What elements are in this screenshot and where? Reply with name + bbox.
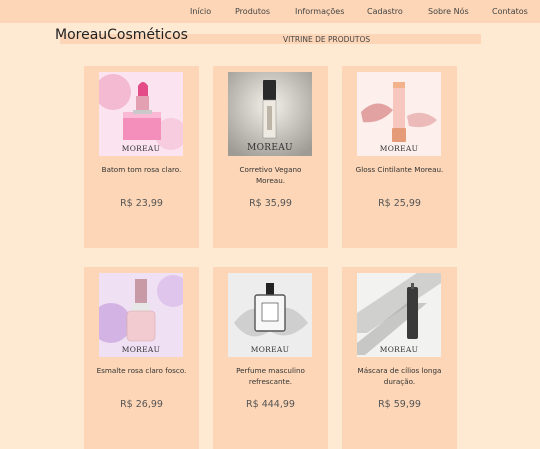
top-navigation: Início Produtos Informações Cadastro Sob… bbox=[0, 0, 540, 23]
page-title: VITRINE DE PRODUTOS bbox=[283, 35, 371, 44]
product-name: Corretivo Vegano Moreau. bbox=[239, 165, 302, 185]
concealer-image[interactable]: MOREAU bbox=[228, 72, 312, 156]
product-price: R$ 25,99 bbox=[378, 198, 421, 209]
nav-contatos[interactable]: Contatos bbox=[492, 7, 528, 16]
product-card[interactable]: MOREAU Gloss Cintilante Moreau. R$ 25,99 bbox=[342, 66, 457, 248]
nav-informacoes[interactable]: Informações bbox=[295, 7, 344, 16]
product-card[interactable]: MOREAU Máscara de cílios longa duração. … bbox=[342, 267, 457, 449]
lipstick-image[interactable]: MOREAU bbox=[99, 72, 183, 156]
brand-watermark: MOREAU bbox=[250, 345, 290, 354]
nav-sobre-nos[interactable]: Sobre Nós bbox=[428, 7, 469, 16]
brand-watermark: MOREAU bbox=[121, 144, 161, 153]
product-name: Esmalte rosa claro fosco. bbox=[96, 366, 187, 375]
perfume-image[interactable]: MOREAU bbox=[228, 273, 312, 357]
brand-watermark: MOREAU bbox=[121, 345, 161, 354]
product-card[interactable]: MOREAU Perfume masculino refrescante. R$… bbox=[213, 267, 328, 449]
product-name: Batom tom rosa claro. bbox=[101, 165, 182, 174]
lip-gloss-image[interactable]: MOREAU bbox=[357, 72, 441, 156]
product-price: R$ 35,99 bbox=[249, 198, 292, 209]
brand-watermark: MOREAU bbox=[379, 144, 419, 153]
product-name: Máscara de cílios longa duração. bbox=[357, 366, 442, 386]
brand-watermark: MOREAU bbox=[379, 345, 419, 354]
mascara-image[interactable]: MOREAU bbox=[357, 273, 441, 357]
nav-inicio[interactable]: Início bbox=[190, 7, 211, 16]
product-card[interactable]: MOREAU Corretivo Vegano Moreau. R$ 35,99 bbox=[213, 66, 328, 248]
brand-watermark: MOREAU bbox=[247, 143, 293, 153]
product-name: Gloss Cintilante Moreau. bbox=[355, 165, 444, 174]
product-price: R$ 23,99 bbox=[120, 198, 163, 209]
brand-logo-text[interactable]: MoreauCosméticos bbox=[55, 27, 188, 43]
nail-polish-image[interactable]: MOREAU bbox=[99, 273, 183, 357]
nav-produtos[interactable]: Produtos bbox=[235, 7, 270, 16]
nav-cadastro[interactable]: Cadastro bbox=[367, 7, 403, 16]
product-card[interactable]: MOREAU Batom tom rosa claro. R$ 23,99 bbox=[84, 66, 199, 248]
product-card[interactable]: MOREAU Esmalte rosa claro fosco. R$ 26,9… bbox=[84, 267, 199, 449]
product-name: Perfume masculino refrescante. bbox=[236, 366, 305, 386]
